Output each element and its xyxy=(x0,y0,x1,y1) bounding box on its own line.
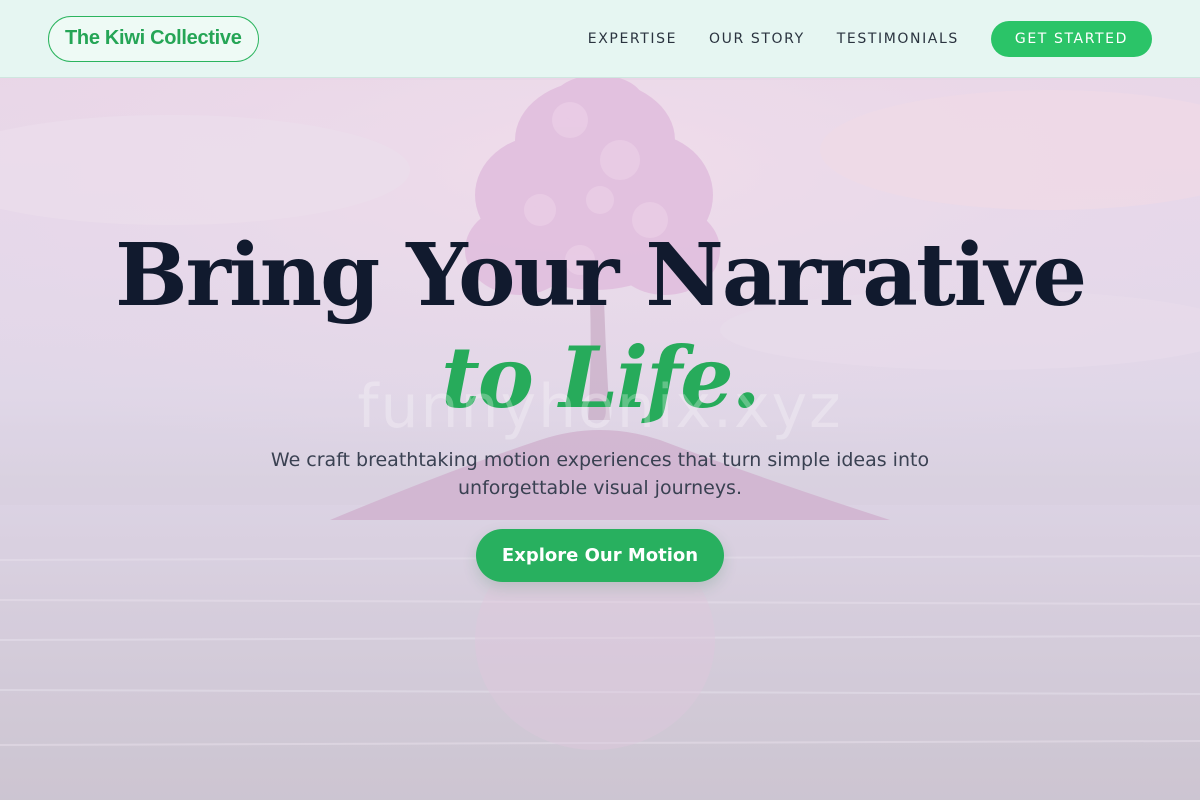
nav-link-our-story[interactable]: OUR STORY xyxy=(709,21,805,57)
top-navbar: The Kiwi Collective EXPERTISE OUR STORY … xyxy=(0,0,1200,78)
nav-link-expertise[interactable]: EXPERTISE xyxy=(588,21,677,57)
watermark-text: funnyhonix.xyz xyxy=(357,372,843,442)
nav-link-testimonials[interactable]: TESTIMONIALS xyxy=(837,21,959,57)
hero-title: Bring Your Narrative xyxy=(114,225,1087,326)
nav-links: EXPERTISE OUR STORY TESTIMONIALS GET STA… xyxy=(588,21,1152,57)
hero-section: Bring Your Narrative funnyhonix.xyz to L… xyxy=(0,78,1200,800)
get-started-button[interactable]: GET STARTED xyxy=(990,21,1152,57)
brand-logo[interactable]: The Kiwi Collective xyxy=(48,16,259,62)
hero-subtitle: We craft breathtaking motion experiences… xyxy=(270,449,930,499)
explore-motion-button[interactable]: Explore Our Motion xyxy=(476,529,724,582)
